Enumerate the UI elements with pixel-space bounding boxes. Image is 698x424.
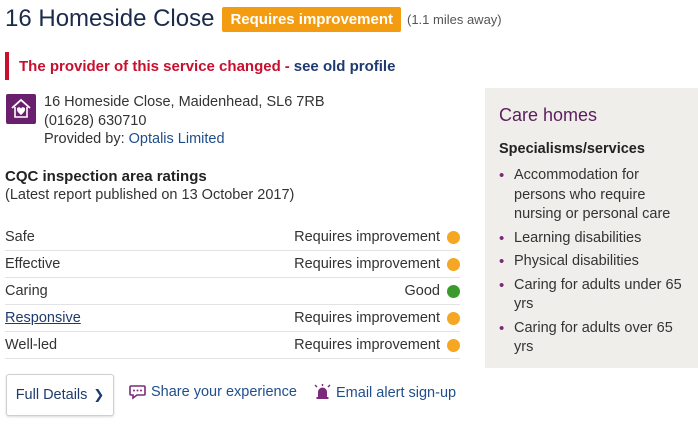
distance-text: (1.1 miles away): [406, 11, 502, 27]
care-home-icon: [6, 94, 36, 124]
rating-text: Requires improvement: [294, 229, 440, 245]
rating-text: Requires improvement: [294, 256, 440, 272]
list-item: Learning disabilities: [499, 229, 694, 249]
chevron-right-icon: ❯: [93, 387, 105, 402]
rating-value: Requires improvement: [294, 256, 460, 272]
rating-dot-icon: [447, 311, 460, 325]
rating-name: Effective: [5, 256, 61, 272]
alert-text: The provider of this service changed: [19, 57, 281, 75]
ratings-title: CQC inspection area ratings: [5, 168, 207, 185]
rating-value: Requires improvement: [294, 337, 460, 353]
specialisms-title: Specialisms/services: [499, 141, 645, 157]
rating-name: Well-led: [5, 337, 58, 353]
overall-rating-badge: Requires improvement: [222, 6, 401, 32]
ratings-subtitle: (Latest report published on 13 October 2…: [5, 187, 295, 203]
responsive-link[interactable]: Responsive: [5, 310, 81, 326]
share-label: Share your experience: [151, 384, 297, 400]
care-homes-panel: Care homes Specialisms/services Accommod…: [485, 88, 698, 368]
list-item: Caring for adults over 65 yrs: [499, 319, 694, 358]
care-homes-title: Care homes: [499, 105, 598, 125]
rating-row-caring: Caring Good: [5, 278, 460, 305]
full-details-label: Full Details: [15, 387, 88, 403]
rating-dot-icon: [447, 284, 460, 298]
page-title: 16 Homeside Close: [5, 5, 215, 32]
phone-number: (01628) 630710: [44, 112, 147, 129]
rating-text: Requires improvement: [294, 310, 440, 326]
list-item: Caring for adults under 65 yrs: [499, 276, 694, 315]
provider-changed-alert: The provider of this service changed - s…: [5, 52, 489, 80]
provider-link[interactable]: Optalis Limited: [129, 131, 225, 147]
see-old-profile-link[interactable]: see old profile: [294, 58, 396, 75]
email-alert-link[interactable]: Email alert sign-up: [314, 384, 456, 402]
full-details-button[interactable]: Full Details ❯: [6, 374, 114, 416]
rating-value: Good: [405, 283, 460, 299]
rating-row-safe: Safe Requires improvement: [5, 224, 460, 251]
list-item: Physical disabilities: [499, 252, 694, 272]
rating-row-effective: Effective Requires improvement: [5, 251, 460, 278]
speech-bubble-icon: [129, 385, 146, 400]
rating-row-responsive: Responsive Requires improvement: [5, 305, 460, 332]
rating-value: Requires improvement: [294, 310, 460, 326]
specialisms-list: Accommodation for persons who require nu…: [499, 166, 694, 362]
list-item: Accommodation for persons who require nu…: [499, 166, 694, 225]
rating-dot-icon: [447, 257, 460, 271]
provided-by: Provided by: Optalis Limited: [44, 130, 325, 149]
ratings-table: Safe Requires improvement Effective Requ…: [5, 224, 460, 359]
rating-value: Requires improvement: [294, 229, 460, 245]
provided-by-label: Provided by:: [44, 131, 125, 147]
rating-dot-icon: [447, 230, 460, 244]
rating-name: Safe: [5, 229, 35, 245]
alert-separator: -: [284, 57, 290, 75]
share-experience-link[interactable]: Share your experience: [129, 384, 297, 400]
header: 16 Homeside Close Requires improvement (…: [5, 4, 502, 34]
alarm-bell-icon: [314, 384, 331, 399]
rating-name: Caring: [5, 283, 48, 299]
address-line: 16 Homeside Close, Maidenhead, SL6 7RB: [44, 94, 325, 110]
rating-row-well-led: Well-led Requires improvement: [5, 332, 460, 359]
address-block: 16 Homeside Close, Maidenhead, SL6 7RB (…: [44, 93, 325, 149]
rating-text: Good: [404, 283, 440, 299]
rating-dot-icon: [447, 338, 460, 352]
rating-text: Requires improvement: [294, 337, 440, 353]
email-alert-label: Email alert sign-up: [336, 385, 457, 401]
